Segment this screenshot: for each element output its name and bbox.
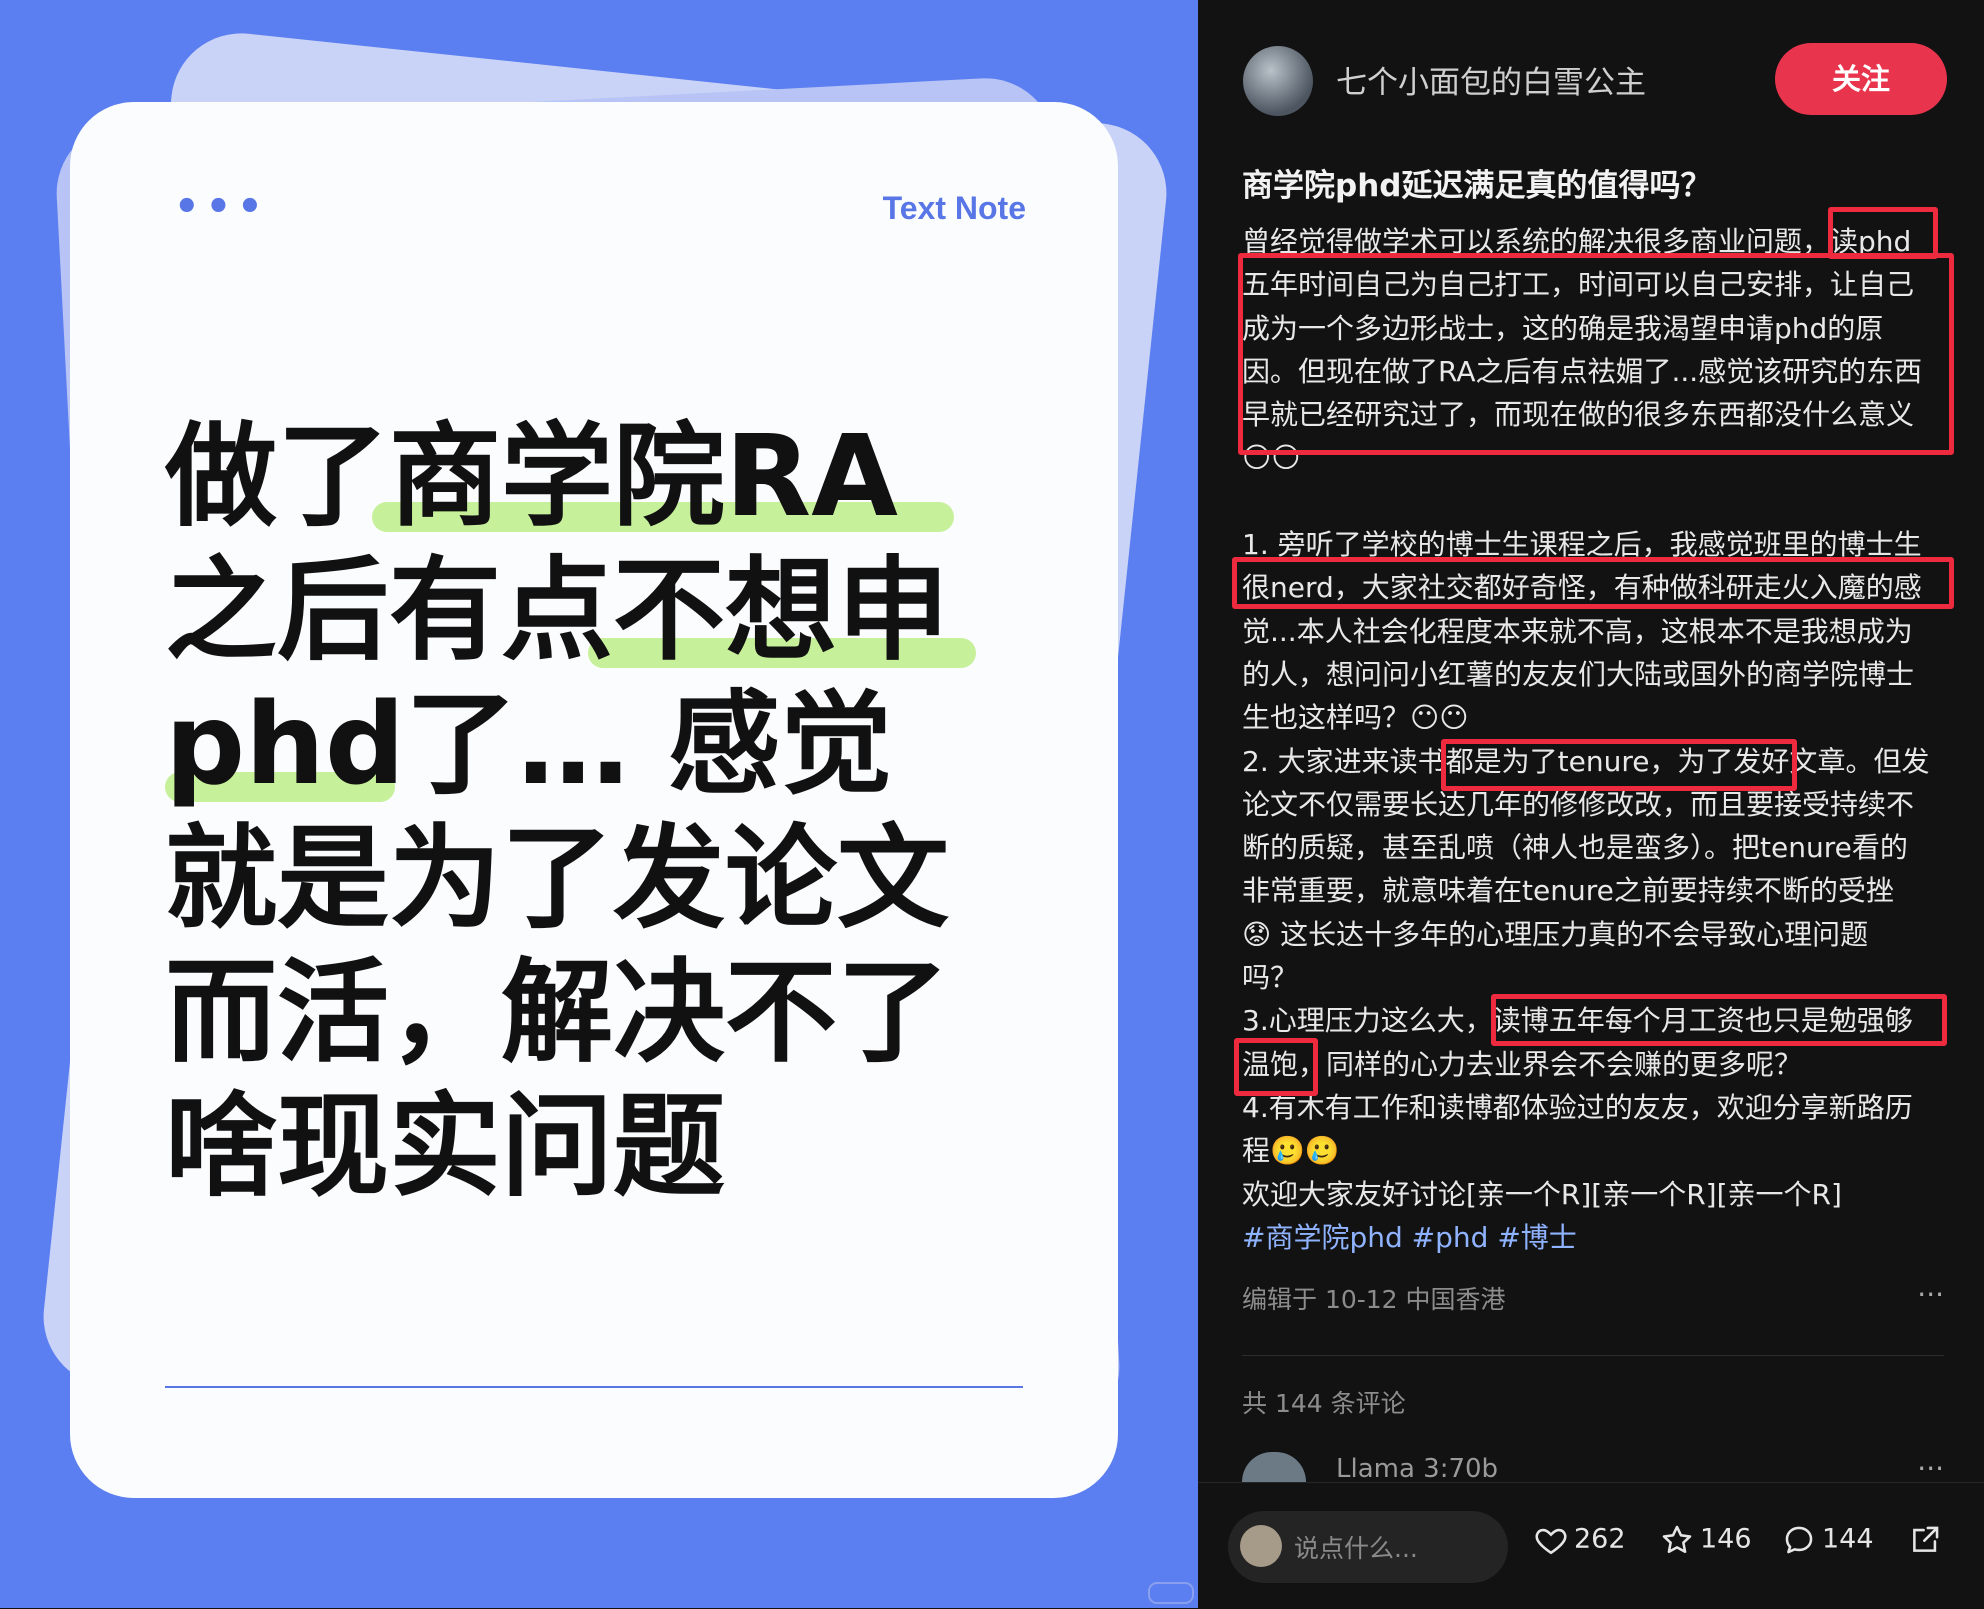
heart-icon <box>1535 1528 1567 1555</box>
body-line: 觉...本人社会化程度本来就不高，这根本不是我想成为 <box>1242 614 1913 648</box>
hashtag[interactable]: #商学院phd <box>1242 1221 1403 1254</box>
commenter-name[interactable]: Llama 3:70b <box>1336 1454 1498 1484</box>
comment-icon <box>1785 1526 1813 1554</box>
body-line: 的人，想问问小红薯的友友们大陆或国外的商学院博士 <box>1242 657 1915 691</box>
headline-line: 之后有点不想申 <box>165 546 949 676</box>
share-icon <box>1913 1526 1939 1552</box>
annotation-box <box>1234 1038 1318 1096</box>
edited-location: 编辑于 10-12 中国香港 <box>1242 1285 1506 1314</box>
comment-placeholder: 说点什么... <box>1294 1534 1418 1563</box>
headline-line: 就是为了发论文 <box>165 814 949 944</box>
more-icon[interactable]: ··· <box>1917 1278 1944 1311</box>
annotation-box <box>1238 253 1954 455</box>
follow-button[interactable]: 关注 <box>1775 43 1947 115</box>
annotation-box <box>1232 557 1954 609</box>
body-line: 😟 这长达十多年的心理压力真的不会导致心理问题 <box>1242 917 1869 951</box>
card-divider <box>165 1386 1023 1388</box>
post-detail-panel: 七个小面包的白雪公主 关注 商学院phd延迟满足真的值得吗？ 曾经觉得做学术可以… <box>1198 0 1984 1609</box>
comment-count-stat: 144 <box>1822 1523 1874 1555</box>
headline: 做了商学院RA 之后有点不想申 phd了… 感觉 就是为了发论文 而活，解决不了… <box>165 410 1065 1214</box>
image-indicator[interactable] <box>1148 1582 1194 1604</box>
star-count: 146 <box>1700 1523 1752 1555</box>
hashtag[interactable]: #phd <box>1412 1221 1489 1254</box>
author-avatar[interactable] <box>1243 46 1313 116</box>
comment-input[interactable]: 说点什么... <box>1228 1511 1508 1583</box>
commenter-avatar[interactable] <box>1242 1452 1306 1482</box>
comment-count: 共 144 条评论 <box>1242 1389 1406 1418</box>
headline-line: 做了商学院RA <box>165 412 898 542</box>
like-count: 262 <box>1574 1523 1626 1555</box>
headline-line: 而活，解决不了 <box>165 948 949 1078</box>
text-note-card: ••• Text Note 做了商学院RA 之后有点不想申 phd了… 感觉 就… <box>70 102 1118 1498</box>
post-title: 商学院phd延迟满足真的值得吗？ <box>1242 168 1712 204</box>
comment-more-icon[interactable]: ··· <box>1917 1452 1944 1485</box>
body-line: 欢迎大家友好讨论[亲一个R][亲一个R][亲一个R] <box>1242 1177 1842 1211</box>
star-icon <box>1662 1525 1692 1554</box>
collect-button[interactable]: 146 <box>1660 1523 1752 1557</box>
body-line: 程🥲🥲 <box>1242 1134 1340 1168</box>
tags-line: #商学院phd #phd #博士 <box>1242 1216 1958 1259</box>
headline-line: 啥现实问题 <box>165 1082 725 1212</box>
menu-dots-icon: ••• <box>174 184 269 230</box>
author-name[interactable]: 七个小面包的白雪公主 <box>1336 57 1646 102</box>
comment-button[interactable]: 144 <box>1782 1523 1874 1557</box>
body-line: 生也这样吗？😶😶 <box>1242 701 1469 735</box>
body-line: 断的质疑，甚至乱喷（神人也是蛮多）。把tenure看的 <box>1242 831 1908 865</box>
bottom-action-bar: 说点什么... 262 146 144 <box>1198 1482 1984 1609</box>
headline-line: phd了… 感觉 <box>165 680 893 810</box>
body-line: 温饱，同样的心力去业界会不会赚的更多呢？ <box>1242 1047 1803 1081</box>
body-line: 非常重要，就意味着在tenure之前要持续不断的受挫 <box>1242 874 1894 908</box>
like-button[interactable]: 262 <box>1534 1523 1626 1557</box>
user-avatar <box>1240 1525 1282 1567</box>
annotation-box <box>1828 207 1938 259</box>
note-image-panel: ••• Text Note 做了商学院RA 之后有点不想申 phd了… 感觉 就… <box>0 0 1198 1608</box>
body-line <box>1242 480 1958 523</box>
text-note-label: Text Note <box>882 190 1026 226</box>
share-button[interactable] <box>1908 1523 1948 1557</box>
divider <box>1242 1355 1944 1356</box>
body-line: 4.有木有工作和读博都体验过的友友，欢迎分享新路历 <box>1242 1090 1913 1124</box>
body-line: 吗？ <box>1242 961 1299 995</box>
annotation-box <box>1441 739 1797 791</box>
hashtag[interactable]: #博士 <box>1497 1221 1576 1254</box>
annotation-box <box>1491 994 1947 1046</box>
